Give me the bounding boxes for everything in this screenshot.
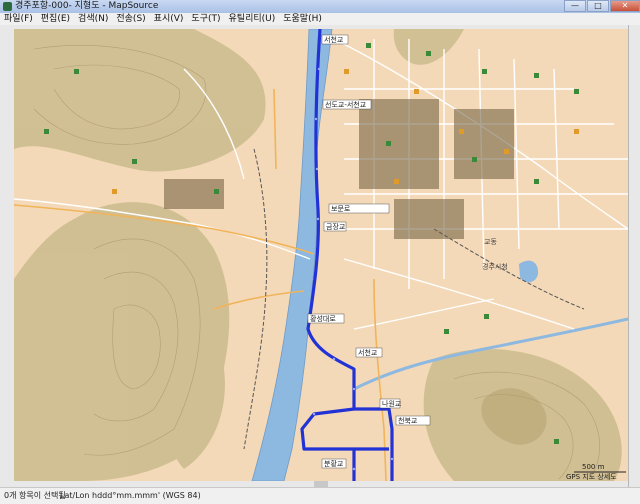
map-label-geumjang-bridge: 금장교 [326,222,346,231]
coordinate-format: Lat/Lon hddd°mm.mmm' (WGS 84) [60,491,201,500]
scale-label: 500 m [582,463,605,471]
menu-view[interactable]: 표시(V) [150,13,188,25]
menu-edit[interactable]: 편집(E) [37,13,74,25]
close-button[interactable]: ✕ [610,0,640,12]
reservoir [519,260,539,283]
map-label-bomun-ro: 보문로 [331,205,351,213]
map-label-city-hall: 경주시청 [482,262,508,271]
maximize-button[interactable]: □ [587,0,609,12]
status-bar: 0개 항목이 선택됨 Lat/Lon hddd°mm.mmm' (WGS 84) [0,487,640,504]
map-view[interactable]: 서천교 선도교-서천교 보문로 금장교 황성대로 서천교 나원교 천북교 분황교… [14,29,628,481]
map-label-gyodong: 교동 [484,238,497,246]
map-label-seocheon-bridge-2: 서천교 [358,348,378,357]
selection-status: 0개 항목이 선택됨 [4,491,66,500]
window-title: 경주포항-000- 지형도 - MapSource [15,1,159,11]
menu-help[interactable]: 도움말(H) [279,13,326,25]
title-bar: 경주포항-000- 지형도 - MapSource — □ ✕ [0,0,640,14]
map-label-route-segment: 선도교-서천교 [325,100,367,109]
minimize-button[interactable]: — [564,0,586,12]
window-controls: — □ ✕ [563,0,640,13]
menu-find[interactable]: 검색(N) [74,13,112,25]
right-ruler [628,25,640,487]
map-label-seocheon-bridge: 서천교 [324,35,344,44]
map-label-hwangseong: 황성대로 [310,314,336,323]
map-label-bunhwang-bridge: 분황교 [324,459,344,468]
left-ruler [0,25,15,487]
map-label-cheonbuk-bridge: 천북교 [398,416,418,425]
mapsource-app-icon [3,2,12,11]
menu-file[interactable]: 파일(F) [0,13,37,25]
menu-tools[interactable]: 도구(T) [187,13,224,25]
menu-utilities[interactable]: 유틸리티(U) [225,13,280,25]
menu-transfer[interactable]: 전송(S) [112,13,149,25]
map-label-nawon-bridge: 나원교 [382,399,402,408]
gps-mode-label: GPS 지도 상세도 [566,472,617,481]
